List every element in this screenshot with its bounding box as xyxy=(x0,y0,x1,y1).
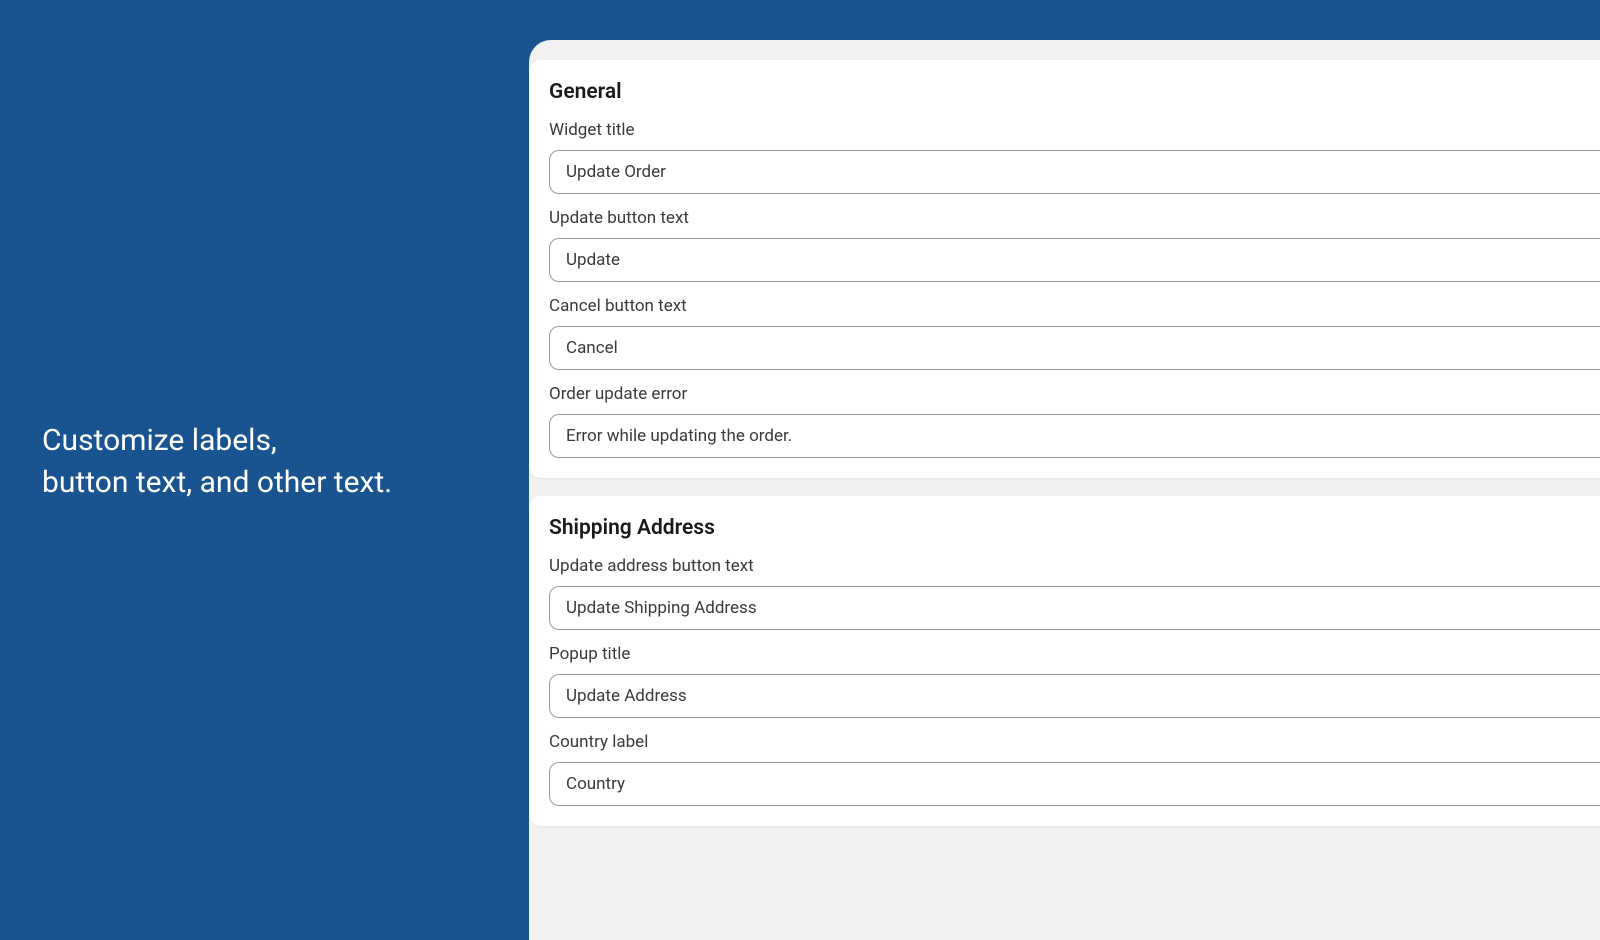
shipping-section-title: Shipping Address xyxy=(549,516,1600,540)
cancel-button-text-field: Cancel button text xyxy=(549,296,1600,370)
order-update-error-field: Order update error xyxy=(549,384,1600,458)
popup-title-field: Popup title xyxy=(549,644,1600,718)
country-label-label: Country label xyxy=(549,732,1600,752)
update-address-button-text-input[interactable] xyxy=(549,586,1600,630)
update-button-text-field: Update button text xyxy=(549,208,1600,282)
marketing-heading: Customize labels, button text, and other… xyxy=(42,420,392,504)
update-button-text-input[interactable] xyxy=(549,238,1600,282)
widget-title-label: Widget title xyxy=(549,120,1600,140)
update-address-button-text-label: Update address button text xyxy=(549,556,1600,576)
popup-title-input[interactable] xyxy=(549,674,1600,718)
country-label-field: Country label xyxy=(549,732,1600,806)
order-update-error-label: Order update error xyxy=(549,384,1600,404)
general-section-title: General xyxy=(549,80,1600,104)
marketing-line2: button text, and other text. xyxy=(42,462,392,504)
order-update-error-input[interactable] xyxy=(549,414,1600,458)
widget-title-field: Widget title xyxy=(549,120,1600,194)
widget-title-input[interactable] xyxy=(549,150,1600,194)
update-address-button-text-field: Update address button text xyxy=(549,556,1600,630)
cancel-button-text-input[interactable] xyxy=(549,326,1600,370)
settings-panel: General Widget title Update button text … xyxy=(529,40,1600,940)
general-section: General Widget title Update button text … xyxy=(529,60,1600,478)
popup-title-label: Popup title xyxy=(549,644,1600,664)
update-button-text-label: Update button text xyxy=(549,208,1600,228)
marketing-line1: Customize labels, xyxy=(42,420,392,462)
country-label-input[interactable] xyxy=(549,762,1600,806)
shipping-section: Shipping Address Update address button t… xyxy=(529,496,1600,826)
cancel-button-text-label: Cancel button text xyxy=(549,296,1600,316)
